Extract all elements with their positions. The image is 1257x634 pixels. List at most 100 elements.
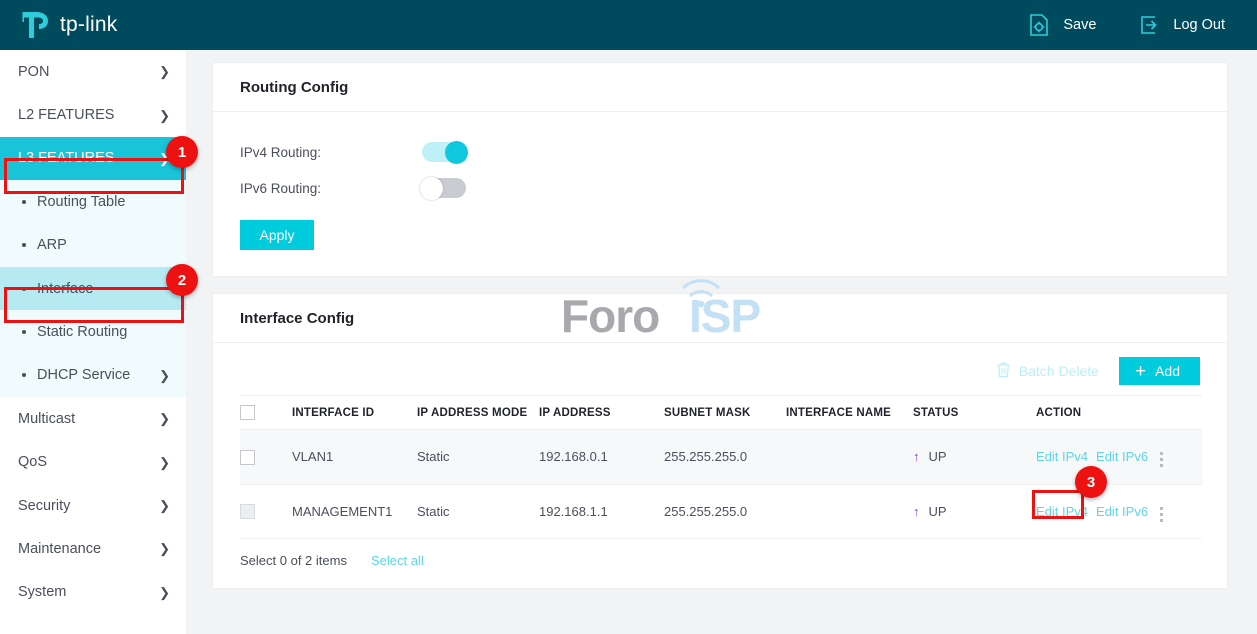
sidebar-item-label: System [18, 584, 67, 601]
column-interface-id: INTERFACE ID [292, 395, 417, 430]
batch-delete-label: Batch Delete [1018, 363, 1099, 379]
edit-ipv6-link[interactable]: Edit IPv6 [1096, 504, 1148, 519]
tp-link-logo: tp-link [22, 10, 117, 40]
bullet-icon [22, 286, 26, 291]
table-row: VLAN1 Static 192.168.0.1 255.255.255.0 ↑… [240, 429, 1202, 485]
header-actions: Save Log Out [986, 12, 1225, 38]
apply-button[interactable]: Apply [240, 220, 314, 250]
sidebar-subitem-label: Static Routing [37, 324, 128, 341]
toggle-knob [445, 140, 468, 164]
logout-label: Log Out [1173, 17, 1225, 33]
column-ip-address: IP ADDRESS [539, 395, 664, 430]
sidebar-item-interface[interactable]: Interface [0, 266, 186, 311]
cell-interface-id: MANAGEMENT1 [292, 484, 417, 539]
arrow-up-icon: ↑ [913, 503, 920, 519]
ipv4-routing-label: IPv4 Routing: [240, 144, 322, 160]
sidebar-item-label: Maintenance [18, 540, 102, 557]
chevron-right-icon: ❯ [159, 367, 170, 383]
ipv4-routing-toggle[interactable] [422, 140, 468, 164]
trash-icon [996, 361, 1019, 381]
cell-subnet-mask: 255.255.255.0 [664, 484, 786, 539]
column-menu [1158, 395, 1202, 430]
more-options-icon[interactable] [1158, 449, 1165, 471]
select-all-checkbox-cell [240, 395, 292, 430]
main-content: Routing Config IPv4 Routing: IPv6 Routin… [212, 62, 1228, 589]
sidebar-item-l3-features[interactable]: L3 FEATURES ❯ [0, 136, 186, 181]
row-checkbox[interactable] [240, 504, 255, 520]
routing-config-header: Routing Config [213, 63, 1227, 112]
more-options-icon[interactable] [1158, 503, 1165, 525]
tp-link-mark-icon [22, 10, 56, 40]
bullet-icon [22, 330, 26, 335]
interface-config-card: Interface Config Foro ISP Batch Delete +… [212, 279, 1228, 589]
logout-arrow-icon [1136, 12, 1162, 38]
chevron-right-icon: ❯ [159, 584, 170, 600]
sidebar-item-system[interactable]: System ❯ [0, 571, 186, 614]
selection-count-label: Select 0 of 2 items [240, 553, 347, 568]
row-checkbox-cell [240, 429, 292, 485]
cell-interface-id: VLAN1 [292, 429, 417, 485]
sidebar-subitem-label: ARP [37, 237, 67, 254]
sidebar-item-static-routing[interactable]: Static Routing [0, 310, 186, 353]
toggle-knob [420, 176, 443, 200]
sidebar-nav: PON ❯ L2 FEATURES ❯ L3 FEATURES ❯ Routin… [0, 50, 186, 634]
chevron-right-icon: ❯ [159, 64, 170, 80]
chevron-right-icon: ❯ [159, 454, 170, 470]
save-label: Save [1063, 17, 1097, 33]
sidebar-item-qos[interactable]: QoS ❯ [0, 441, 186, 484]
cell-status: ↑ UP [913, 484, 1036, 539]
add-label: Add [1155, 363, 1180, 379]
document-gear-icon [1026, 12, 1052, 38]
table-footer: Select 0 of 2 items Select all [213, 539, 1227, 588]
chevron-right-icon: ❯ [159, 411, 170, 427]
sidebar-subitem-label: Interface [37, 280, 94, 297]
table-body: VLAN1 Static 192.168.0.1 255.255.255.0 ↑… [240, 429, 1202, 539]
sidebar-item-arp[interactable]: ARP [0, 224, 186, 267]
sidebar-item-security[interactable]: Security ❯ [0, 484, 186, 527]
status-label: UP [928, 449, 947, 465]
column-subnet-mask: SUBNET MASK [664, 395, 786, 430]
edit-ipv4-link[interactable]: Edit IPv4 [1036, 449, 1088, 464]
cell-subnet-mask: 255.255.255.0 [664, 429, 786, 485]
sidebar-item-label: Security [18, 497, 71, 514]
edit-ipv6-link[interactable]: Edit IPv6 [1096, 449, 1148, 464]
row-checkbox-cell [240, 484, 292, 539]
select-all-checkbox[interactable] [240, 405, 255, 420]
column-status: STATUS [913, 395, 1036, 430]
select-all-link[interactable]: Select all [371, 553, 424, 568]
cell-ip-address-mode: Static [417, 429, 539, 485]
add-button[interactable]: + Add [1118, 357, 1200, 385]
sidebar-submenu-l3: Routing Table ARP Interface Static Routi… [0, 180, 186, 398]
sidebar-item-l2-features[interactable]: L2 FEATURES ❯ [0, 93, 186, 136]
sidebar-item-multicast[interactable]: Multicast ❯ [0, 397, 186, 440]
interface-table: INTERFACE ID IP ADDRESS MODE IP ADDRESS … [240, 395, 1202, 539]
sidebar-item-routing-table[interactable]: Routing Table [0, 180, 186, 223]
sidebar-item-label: QoS [18, 454, 48, 471]
brand-name: tp-link [60, 13, 118, 36]
top-header-bar: tp-link Save Log Out [0, 0, 1257, 50]
sidebar-item-pon[interactable]: PON ❯ [0, 50, 186, 93]
edit-ipv4-link[interactable]: Edit IPv4 [1036, 504, 1088, 519]
batch-delete-button[interactable]: Batch Delete [996, 361, 1099, 381]
sidebar-subitem-label: Routing Table [37, 193, 126, 210]
sidebar-item-dhcp-service[interactable]: DHCP Service ❯ [0, 354, 186, 397]
cell-ip-address: 192.168.0.1 [539, 429, 664, 485]
table-toolbar: Batch Delete + Add [213, 343, 1227, 395]
sidebar-item-maintenance[interactable]: Maintenance ❯ [0, 527, 186, 570]
logout-button[interactable]: Log Out [1136, 12, 1225, 38]
cell-action: Edit IPv4 Edit IPv6 [1036, 484, 1158, 539]
ipv4-routing-row: IPv4 Routing: [240, 134, 1200, 170]
cell-interface-name [786, 429, 913, 485]
chevron-down-icon: ❯ [159, 150, 170, 166]
sidebar-item-label: Multicast [18, 410, 76, 427]
cell-ip-address: 192.168.1.1 [539, 484, 664, 539]
cell-action: Edit IPv4 Edit IPv6 [1036, 429, 1158, 485]
row-checkbox[interactable] [240, 449, 255, 465]
save-button[interactable]: Save [1026, 12, 1096, 38]
table-row: MANAGEMENT1 Static 192.168.1.1 255.255.2… [240, 484, 1202, 539]
sidebar-item-label: L2 FEATURES [18, 107, 115, 124]
ipv6-routing-toggle[interactable] [420, 176, 466, 200]
cell-status: ↑ UP [913, 429, 1036, 485]
sidebar-item-label: PON [18, 63, 50, 80]
cell-row-menu [1158, 484, 1202, 539]
